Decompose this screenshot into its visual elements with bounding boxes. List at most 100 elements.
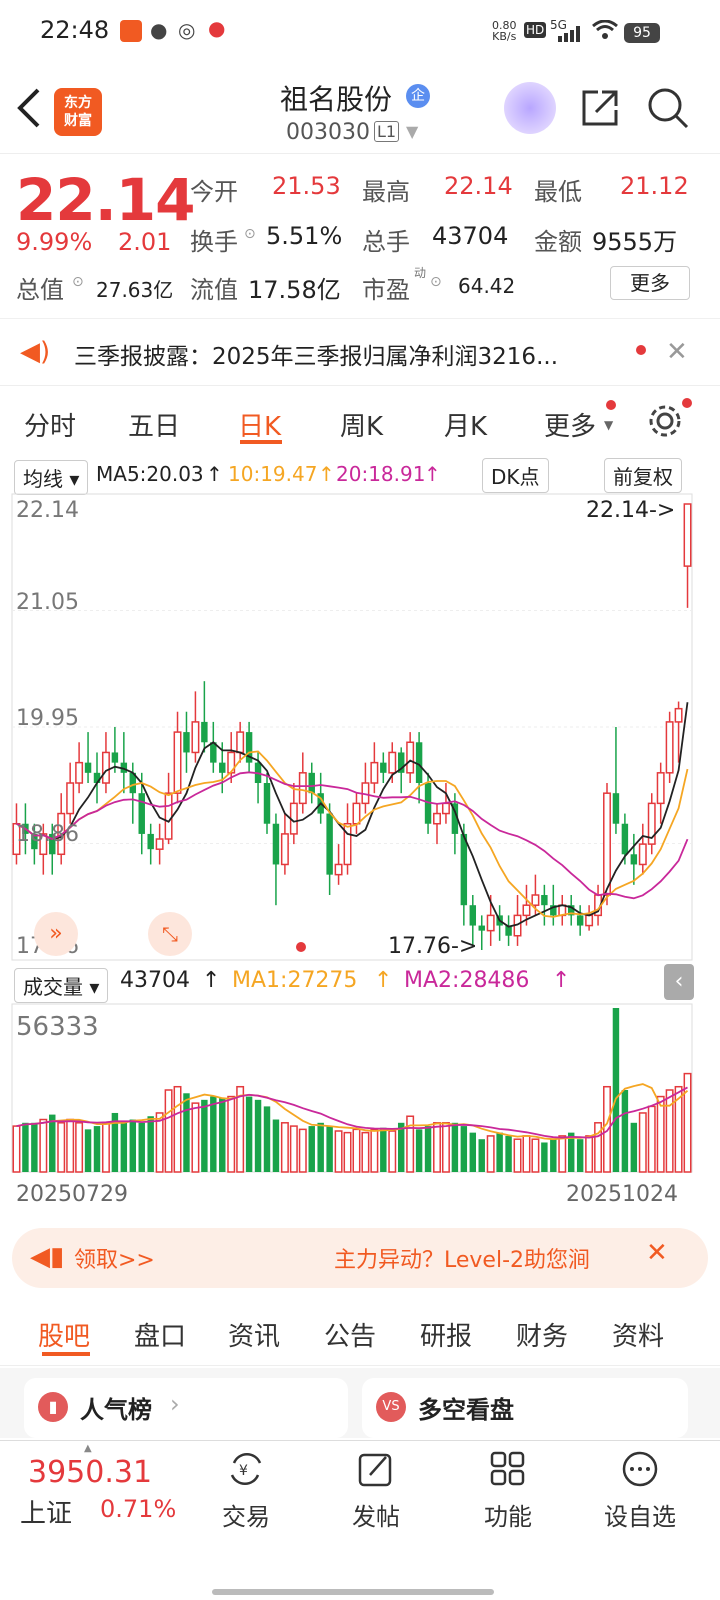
candle-body: [603, 792, 611, 896]
volume-bar: [638, 1112, 647, 1173]
fullscreen-icon[interactable]: ⤡: [148, 912, 192, 956]
volume-bar: [478, 1139, 485, 1172]
date-end: 20251024: [566, 1182, 678, 1207]
level-badge[interactable]: L1: [374, 121, 400, 142]
red-dot: [682, 398, 692, 408]
volume-bar: [219, 1098, 226, 1172]
info-icon[interactable]: ⊙: [430, 274, 442, 290]
ai-assistant-icon[interactable]: [504, 82, 556, 134]
volume-bar: [191, 1102, 200, 1173]
more-button[interactable]: 更多: [610, 266, 690, 300]
candle-body: [388, 751, 397, 774]
chevron-down-icon[interactable]: ▼: [406, 122, 418, 141]
ad-banner[interactable]: ◀▮ 领取>> 主力异动？Level-2助您涧 ✕: [12, 1228, 708, 1288]
candle-body: [621, 823, 629, 855]
volume-bar: [289, 1125, 298, 1173]
candle: [164, 772, 173, 845]
info-icon[interactable]: ⊙: [244, 226, 256, 242]
tab-pankou[interactable]: 盘口: [134, 1316, 186, 1353]
candle-body: [441, 802, 450, 815]
candle-body: [66, 782, 75, 815]
candle-body: [173, 731, 182, 794]
volume-bar: [352, 1128, 361, 1173]
volume-indicator-select[interactable]: 成交量 ▾: [14, 968, 109, 1003]
volume-bar: [380, 1127, 387, 1172]
close-icon[interactable]: ✕: [666, 337, 688, 367]
nav-trade[interactable]: ¥ 交易: [196, 1449, 296, 1532]
volume-bar: [66, 1118, 75, 1173]
collapse-icon[interactable]: ‹: [664, 964, 694, 1000]
search-icon[interactable]: [646, 86, 690, 134]
edit-icon: [358, 1453, 392, 1487]
tab-monthly-k[interactable]: 月K: [444, 406, 487, 443]
candle-body: [531, 894, 540, 906]
nav-add-watchlist[interactable]: 设自选: [590, 1449, 690, 1532]
notice-text[interactable]: 三季报披露：2025年三季报归属净利润3216...: [74, 337, 558, 371]
candle-body: [75, 761, 84, 784]
video-icon: ●: [208, 16, 226, 40]
tab-announcement[interactable]: 公告: [324, 1316, 376, 1353]
ad-left-text[interactable]: 领取>>: [74, 1242, 155, 1274]
candle: [334, 844, 343, 885]
nav-functions[interactable]: 功能: [458, 1449, 558, 1532]
popularity-card[interactable]: ▮ 人气榜 ›: [24, 1378, 348, 1438]
tab-research[interactable]: 研报: [420, 1316, 472, 1353]
volume-label: 总手: [362, 228, 410, 256]
indicator-select[interactable]: 均线 ▾: [14, 460, 89, 495]
candle: [638, 823, 647, 875]
volume-bar: [93, 1126, 101, 1172]
volume-bar: [486, 1135, 495, 1173]
volume-bar: [12, 1125, 21, 1173]
index-name[interactable]: 上证: [20, 1493, 72, 1530]
candle: [191, 691, 200, 763]
battery-icon: 95: [624, 23, 660, 43]
candle-body: [84, 762, 92, 773]
index-value[interactable]: 3950.31: [28, 1455, 152, 1490]
candle: [665, 711, 674, 784]
tab-news[interactable]: 资讯: [228, 1316, 280, 1353]
candle-body: [478, 925, 485, 931]
tab-profile[interactable]: 资料: [612, 1316, 664, 1353]
sync-icon: ◎: [178, 18, 196, 42]
last-price: 22.14: [16, 166, 195, 234]
share-icon[interactable]: [578, 86, 622, 134]
volume-bar: [361, 1131, 370, 1173]
candle-body: [433, 812, 441, 825]
nav-post[interactable]: 发帖: [326, 1449, 426, 1532]
candle-body: [280, 833, 289, 866]
notice-bar[interactable]: ◀) 三季报披露：2025年三季报归属净利润3216... ✕: [0, 318, 720, 386]
volume-bar: [84, 1129, 92, 1172]
kline-chart[interactable]: [0, 492, 720, 962]
volume-bar: [370, 1128, 379, 1173]
high-label: 最高: [362, 178, 410, 206]
tab-weekly-k[interactable]: 周K: [340, 406, 383, 443]
volume-bar: [621, 1090, 629, 1172]
volume-chart[interactable]: [0, 1002, 720, 1174]
candle-body: [236, 731, 245, 754]
info-icon[interactable]: ⊙: [72, 274, 84, 290]
volume-bar: [647, 1105, 656, 1173]
ma20-value: 20:18.91: [336, 462, 426, 486]
expand-left-icon[interactable]: »: [34, 912, 78, 956]
ma10-value: 10:19.47: [228, 462, 318, 486]
candle: [101, 732, 110, 794]
ad-right-text[interactable]: 主力异动？Level-2助您涧: [334, 1242, 634, 1274]
candle-body: [263, 783, 271, 824]
back-icon[interactable]: [14, 86, 44, 134]
tab-five-day[interactable]: 五日: [128, 406, 180, 443]
tab-intraday[interactable]: 分时: [24, 406, 76, 443]
arrow-up-icon: ↑: [552, 968, 571, 993]
gear-icon[interactable]: [646, 402, 684, 444]
longshort-card[interactable]: VS 多空看盘: [362, 1378, 688, 1438]
tab-more[interactable]: 更多: [544, 406, 596, 443]
tab-daily-k[interactable]: 日K: [238, 406, 281, 443]
tab-finance[interactable]: 财务: [516, 1316, 568, 1353]
close-icon[interactable]: ✕: [646, 1238, 668, 1268]
candle: [433, 803, 441, 845]
adjust-button[interactable]: 前复权: [604, 458, 682, 493]
candle: [201, 681, 208, 753]
dk-point-button[interactable]: DK点: [482, 458, 549, 493]
tab-guba[interactable]: 股吧: [38, 1316, 90, 1353]
volume-bar: [550, 1139, 557, 1172]
candle: [298, 752, 307, 814]
